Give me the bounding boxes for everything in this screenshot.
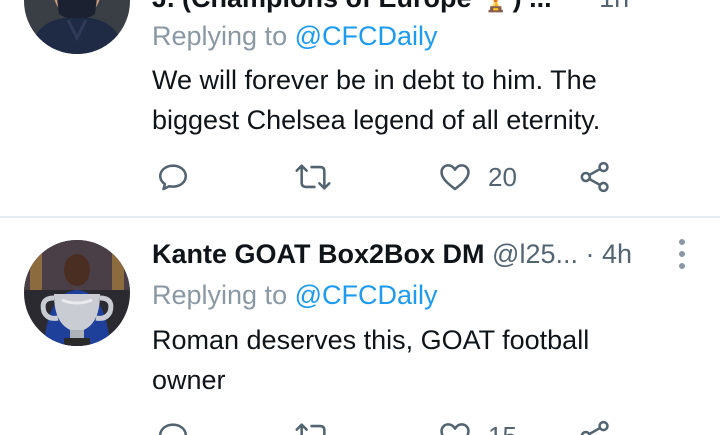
share-icon (580, 161, 609, 193)
tweet-text: We will forever be in debt to him. The b… (152, 60, 672, 140)
tweet-text-line: We will forever be in debt to him. The (152, 65, 597, 95)
display-name[interactable]: Kante GOAT Box2Box DM (152, 239, 485, 269)
retweet-icon (295, 423, 326, 435)
tweet-text-line: owner (152, 365, 226, 395)
tweet-text-line: biggest Chelsea legend of all eternity. (152, 105, 601, 135)
tweet-text: Roman deserves this, GOAT football owner (152, 320, 672, 400)
heart-icon (440, 164, 470, 191)
reply-context: Replying to @CFCDaily (152, 277, 438, 313)
share-button[interactable] (578, 157, 612, 197)
like-count: 15 (488, 421, 517, 435)
reply-icon (158, 164, 188, 191)
like-button[interactable]: 20 (438, 157, 517, 197)
replying-to-label: Replying to (152, 280, 295, 310)
tweet-1[interactable]: J. (Champions of Europe 🏆) ... 1h Replyi… (0, 0, 720, 216)
avatar[interactable] (24, 240, 130, 346)
heart-icon (440, 423, 470, 435)
reply-button[interactable] (156, 157, 190, 197)
retweet-icon (295, 164, 331, 190)
reply-icon (158, 423, 188, 435)
like-button[interactable]: 15 (438, 416, 517, 435)
reply-mention-link[interactable]: @CFCDaily (295, 280, 438, 310)
retweet-button[interactable] (294, 157, 332, 197)
separator-dot: · (585, 239, 595, 269)
avatar[interactable] (24, 0, 130, 54)
reply-mention-link[interactable]: @CFCDaily (295, 21, 438, 51)
tweet-2[interactable]: Kante GOAT Box2Box DM @l25... · 4h Reply… (0, 218, 720, 435)
tweet-text-line: Roman deserves this, GOAT football (152, 325, 590, 355)
tweet-header: J. (Champions of Europe 🏆) ... 1h (152, 0, 696, 18)
share-button[interactable] (578, 416, 612, 435)
reply-button[interactable] (156, 416, 190, 435)
reply-context: Replying to @CFCDaily (152, 18, 438, 54)
tweet-actions: 15 (152, 416, 632, 435)
handle[interactable]: @l25... (492, 239, 578, 269)
tweet-actions: 20 (152, 157, 632, 197)
display-name[interactable]: J. (Champions of Europe 🏆) ... (152, 0, 552, 13)
like-count: 20 (488, 161, 517, 192)
tweet-header: Kante GOAT Box2Box DM @l25... · 4h (152, 234, 696, 274)
timestamp[interactable]: 1h (599, 0, 629, 13)
more-vertical-icon[interactable] (676, 239, 688, 269)
share-icon (580, 420, 609, 435)
timestamp[interactable]: 4h (602, 239, 632, 269)
replying-to-label: Replying to (152, 21, 295, 51)
retweet-button[interactable] (294, 416, 332, 435)
